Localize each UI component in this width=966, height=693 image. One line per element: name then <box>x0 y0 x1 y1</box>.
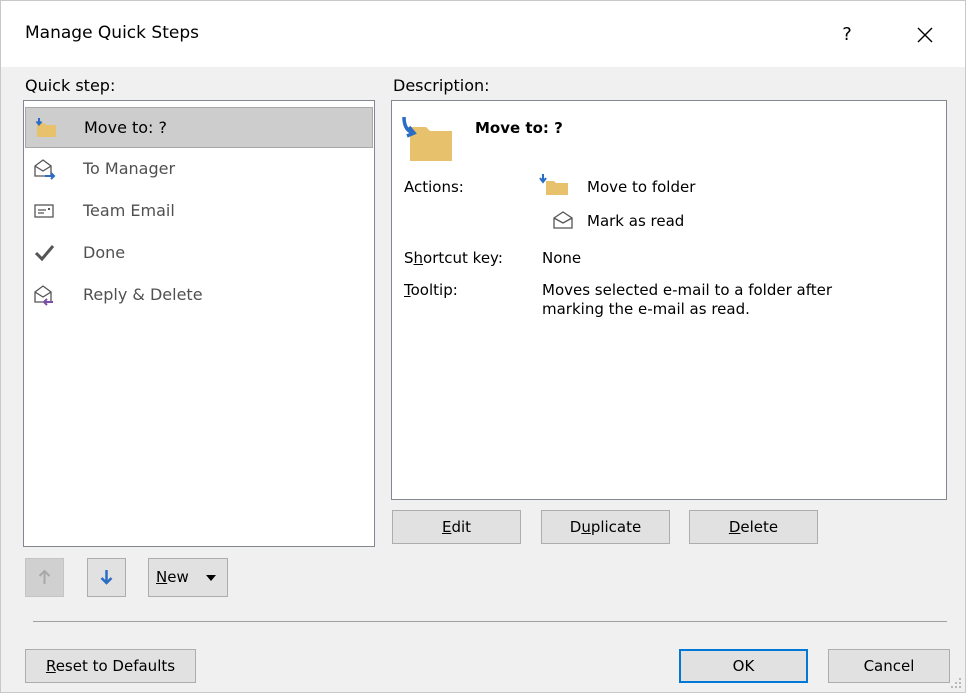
quick-step-label: Quick step: <box>25 76 116 95</box>
envelope-forward-icon <box>34 159 56 180</box>
help-button[interactable]: ? <box>827 15 867 55</box>
move-down-button[interactable] <box>87 558 126 597</box>
quick-step-list[interactable]: Move to: ? To Manager Team Email Done Re… <box>23 100 375 547</box>
list-item-to-manager[interactable]: To Manager <box>25 149 373 190</box>
move-up-button[interactable] <box>25 558 64 597</box>
close-icon <box>917 27 933 43</box>
new-dropdown-button[interactable]: New <box>148 558 228 597</box>
list-item-label: Move to: ? <box>84 118 168 137</box>
email-card-icon <box>34 204 54 218</box>
list-item-done[interactable]: Done <box>25 233 373 274</box>
folder-move-icon <box>539 174 568 195</box>
arrow-up-icon <box>38 569 51 584</box>
description-title: Move to: ? <box>475 119 563 137</box>
list-item-label: Reply & Delete <box>83 285 203 304</box>
tooltip-text-line2: marking the e-mail as read. <box>542 300 750 318</box>
folder-move-icon <box>35 118 56 137</box>
checkmark-icon <box>34 245 55 262</box>
list-item-label: Done <box>83 243 126 262</box>
cancel-button[interactable]: Cancel <box>828 649 950 683</box>
close-button[interactable] <box>903 15 947 55</box>
folder-move-icon <box>402 116 452 161</box>
description-panel: Move to: ? Actions: Move to folder Mark … <box>391 100 947 500</box>
action-move-to-folder: Move to folder <box>587 178 696 196</box>
open-envelope-icon <box>553 211 573 229</box>
ok-button[interactable]: OK <box>679 649 808 683</box>
description-label: Description: <box>393 76 490 95</box>
list-item-reply-delete[interactable]: Reply & Delete <box>25 275 373 316</box>
list-item-label: To Manager <box>83 159 176 178</box>
list-item-team-email[interactable]: Team Email <box>25 191 373 232</box>
shortcut-key-value: None <box>542 249 582 267</box>
separator <box>33 621 947 622</box>
caret-down-icon <box>206 575 216 581</box>
dialog-title: Manage Quick Steps <box>25 23 199 43</box>
delete-button[interactable]: Delete <box>689 510 818 544</box>
envelope-reply-icon <box>34 285 53 306</box>
edit-button[interactable]: Edit <box>392 510 521 544</box>
help-icon: ? <box>842 24 852 45</box>
reset-to-defaults-button[interactable]: Reset to Defaults <box>25 649 196 683</box>
action-mark-as-read: Mark as read <box>587 212 685 230</box>
title-bar: Manage Quick Steps ? <box>1 1 965 67</box>
list-item-move-to[interactable]: Move to: ? <box>25 107 373 148</box>
tooltip-label: Tooltip: <box>404 281 458 299</box>
manage-quick-steps-dialog: Manage Quick Steps ? Quick step: Descrip… <box>0 0 966 693</box>
duplicate-button[interactable]: Duplicate <box>541 510 670 544</box>
shortcut-key-label: Shortcut key: <box>404 249 503 267</box>
list-item-label: Team Email <box>83 201 175 220</box>
tooltip-text-line1: Moves selected e-mail to a folder after <box>542 281 833 299</box>
resize-grip-icon[interactable] <box>950 677 962 689</box>
actions-label: Actions: <box>404 178 464 196</box>
arrow-down-icon <box>100 570 113 585</box>
